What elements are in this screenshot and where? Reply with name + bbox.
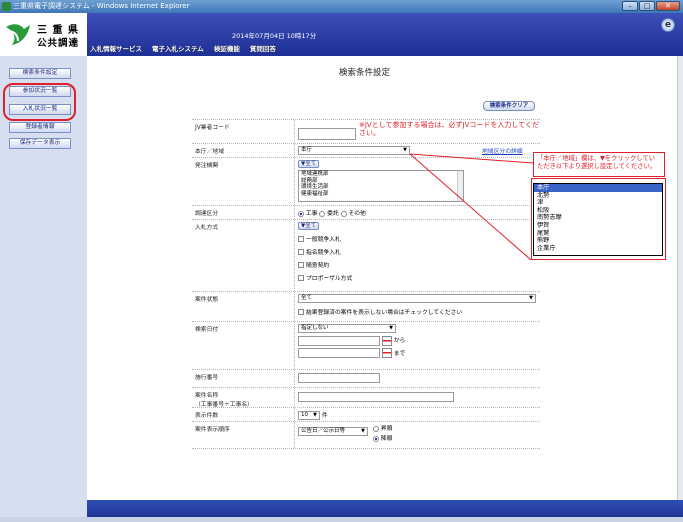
nav-qa[interactable]: 質問回答 bbox=[250, 43, 276, 53]
jv-label: JV業者コード bbox=[192, 120, 295, 143]
sidebar-item-saved-data[interactable]: 保存データ表示 bbox=[9, 138, 71, 149]
exec-no-input[interactable] bbox=[298, 373, 380, 383]
method-option-general[interactable]: 一般競争入札 bbox=[298, 234, 537, 243]
category-radio-construction[interactable] bbox=[298, 210, 304, 217]
row-category: 調達区分 工事 委託 その他 bbox=[192, 205, 540, 219]
agency-label: 発注機関 bbox=[192, 158, 295, 205]
logo-mark-icon bbox=[6, 24, 30, 45]
nav-bid-info[interactable]: 入札情報サービス bbox=[90, 43, 142, 53]
window-title: 三重県電子調達システム - Windows Internet Explorer bbox=[13, 2, 190, 10]
case-name-input[interactable] bbox=[298, 392, 454, 402]
site-header: 三 重 県 公共調達 2014年07月04日 10時17分 入札情報サービス 電… bbox=[0, 13, 683, 56]
method-label: 入札方式 bbox=[192, 220, 295, 291]
region-option-tsu[interactable]: 津 bbox=[534, 199, 662, 207]
region-option-kigyocho[interactable]: 企業庁 bbox=[534, 245, 662, 253]
page-title: 検索条件設定 bbox=[339, 68, 391, 78]
order-select[interactable]: 公告日／公示日等 ▼ bbox=[298, 427, 368, 436]
window-titlebar: 三重県電子調達システム - Windows Internet Explorer … bbox=[0, 0, 683, 13]
jv-code-input[interactable] bbox=[298, 128, 356, 140]
search-form: JV業者コード ※JVとして参加する場合は、必ずJVコードを入力してください。 … bbox=[192, 119, 540, 449]
agency-listbox[interactable]: 地域連携部 総務部 環境生活部 健康福祉部 bbox=[298, 170, 464, 202]
count-select[interactable]: 10 ▼ bbox=[298, 411, 320, 420]
region-label: 本庁／地域 bbox=[192, 144, 295, 157]
region-option-owase[interactable]: 尾鷲 bbox=[534, 230, 662, 238]
main-content: 検索条件設定 検索条件クリア JV業者コード ※JVとして参加する場合は、必ずJ… bbox=[87, 56, 677, 500]
callout-note: 「本庁／地域」欄は、▼をクリックしていただき以下より選択し設定してください。 bbox=[533, 152, 665, 177]
row-agency: 発注機関 ▼全て 地域連携部 総務部 環境生活部 健康福祉部 bbox=[192, 157, 540, 205]
count-label: 表示件数 bbox=[192, 408, 295, 421]
site-logo[interactable]: 三 重 県 公共調達 bbox=[0, 13, 87, 56]
close-button[interactable]: ✕ bbox=[656, 1, 680, 11]
minimize-button[interactable]: – bbox=[622, 1, 638, 11]
nav-e-bidding[interactable]: 電子入札システム bbox=[152, 43, 204, 53]
date-to-input[interactable] bbox=[298, 348, 380, 358]
region-detail-link[interactable]: 地域区分の詳細 bbox=[482, 146, 523, 155]
category-label: 調達区分 bbox=[192, 206, 295, 219]
method-all-button[interactable]: ▼全て bbox=[298, 222, 320, 230]
date-label: 検索日付 bbox=[192, 322, 295, 369]
highlight-oval bbox=[3, 83, 76, 121]
row-status: 案件状態 全て ▼ 結果登録済の案件を表示しない場合はチェックしてください bbox=[192, 291, 540, 321]
row-method: 入札方式 ▼全て 一般競争入札 指名競争入札 随意契約 プロポーザル方式 bbox=[192, 219, 540, 291]
sidebar-item-search-settings[interactable]: 検索条件設定 bbox=[9, 68, 71, 79]
row-name: 案件名称 （工事番号＋工事名） bbox=[192, 387, 540, 408]
app-icon bbox=[2, 2, 11, 11]
status-label: 案件状態 bbox=[192, 292, 295, 321]
page-scrollbar[interactable] bbox=[677, 56, 683, 500]
row-jv: JV業者コード ※JVとして参加する場合は、必ずJVコードを入力してください。 bbox=[192, 119, 540, 143]
region-option-honcho[interactable]: 本庁 bbox=[534, 184, 662, 192]
current-datetime: 2014年07月04日 10時17分 bbox=[232, 32, 317, 40]
jv-note: ※JVとして参加する場合は、必ずJVコードを入力してください。 bbox=[359, 121, 539, 137]
status-select[interactable]: 全て ▼ bbox=[298, 294, 536, 303]
agency-all-button[interactable]: ▼全て bbox=[298, 160, 320, 168]
ie-logo-icon: e bbox=[661, 18, 675, 32]
logo-text-line2: 公共調達 bbox=[37, 38, 80, 49]
region-select[interactable]: 本庁 ▼ bbox=[298, 146, 410, 155]
date-type-select[interactable]: 指定しない ▼ bbox=[298, 324, 396, 333]
category-radio-consign[interactable] bbox=[319, 210, 326, 217]
status-hide-registered-check[interactable]: 結果登録済の案件を表示しない場合はチェックしてください bbox=[298, 307, 537, 316]
calendar-to-icon[interactable] bbox=[381, 348, 392, 358]
order-label: 案件表示順序 bbox=[192, 422, 295, 448]
row-date: 検索日付 指定しない ▼ から まで bbox=[192, 321, 540, 369]
exec-no-label: 施行番号 bbox=[192, 370, 295, 387]
name-label: 案件名称 （工事番号＋工事名） bbox=[192, 388, 295, 408]
status-bar bbox=[0, 517, 683, 522]
region-option-iga[interactable]: 伊賀 bbox=[534, 222, 662, 230]
order-asc-radio[interactable] bbox=[373, 425, 379, 432]
calendar-from-icon[interactable] bbox=[381, 335, 392, 346]
logo-text-line1: 三 重 県 bbox=[37, 25, 79, 36]
maximize-button[interactable]: □ bbox=[639, 1, 655, 11]
order-desc-radio[interactable] bbox=[373, 435, 379, 442]
row-order: 案件表示順序 公告日／公示日等 ▼ 昇順 降順 bbox=[192, 421, 540, 449]
row-count: 表示件数 10 ▼ 件 bbox=[192, 407, 540, 421]
sidebar-item-registrant[interactable]: 登録者情報 bbox=[9, 122, 71, 133]
date-from-input[interactable] bbox=[298, 335, 380, 346]
row-exec-no: 施行番号 bbox=[192, 369, 540, 387]
region-option-hokusei[interactable]: 北勢 bbox=[534, 192, 662, 200]
clear-conditions-button[interactable]: 検索条件クリア bbox=[483, 101, 535, 111]
category-radio-other[interactable] bbox=[340, 210, 347, 217]
region-option-kumano[interactable]: 熊野 bbox=[534, 237, 662, 245]
method-option-private[interactable]: 随意契約 bbox=[298, 260, 537, 269]
row-region: 本庁／地域 本庁 ▼ 地域区分の詳細 bbox=[192, 143, 540, 157]
sidebar: 検索条件設定 参加状況一覧 入札状況一覧 登録者情報 保存データ表示 bbox=[0, 56, 86, 517]
method-option-proposal[interactable]: プロポーザル方式 bbox=[298, 273, 537, 282]
region-dropdown-list[interactable]: 本庁 北勢 津 松阪 南勢志摩 伊賀 尾鷲 熊野 企業庁 bbox=[533, 183, 663, 256]
footer-bar bbox=[87, 500, 683, 517]
region-option-nansei-shima[interactable]: 南勢志摩 bbox=[534, 214, 662, 222]
nav-verification[interactable]: 検証機能 bbox=[214, 43, 240, 53]
method-option-nominated[interactable]: 指名競争入札 bbox=[298, 247, 537, 256]
top-nav: 入札情報サービス 電子入札システム 検証機能 質問回答 bbox=[90, 43, 276, 53]
